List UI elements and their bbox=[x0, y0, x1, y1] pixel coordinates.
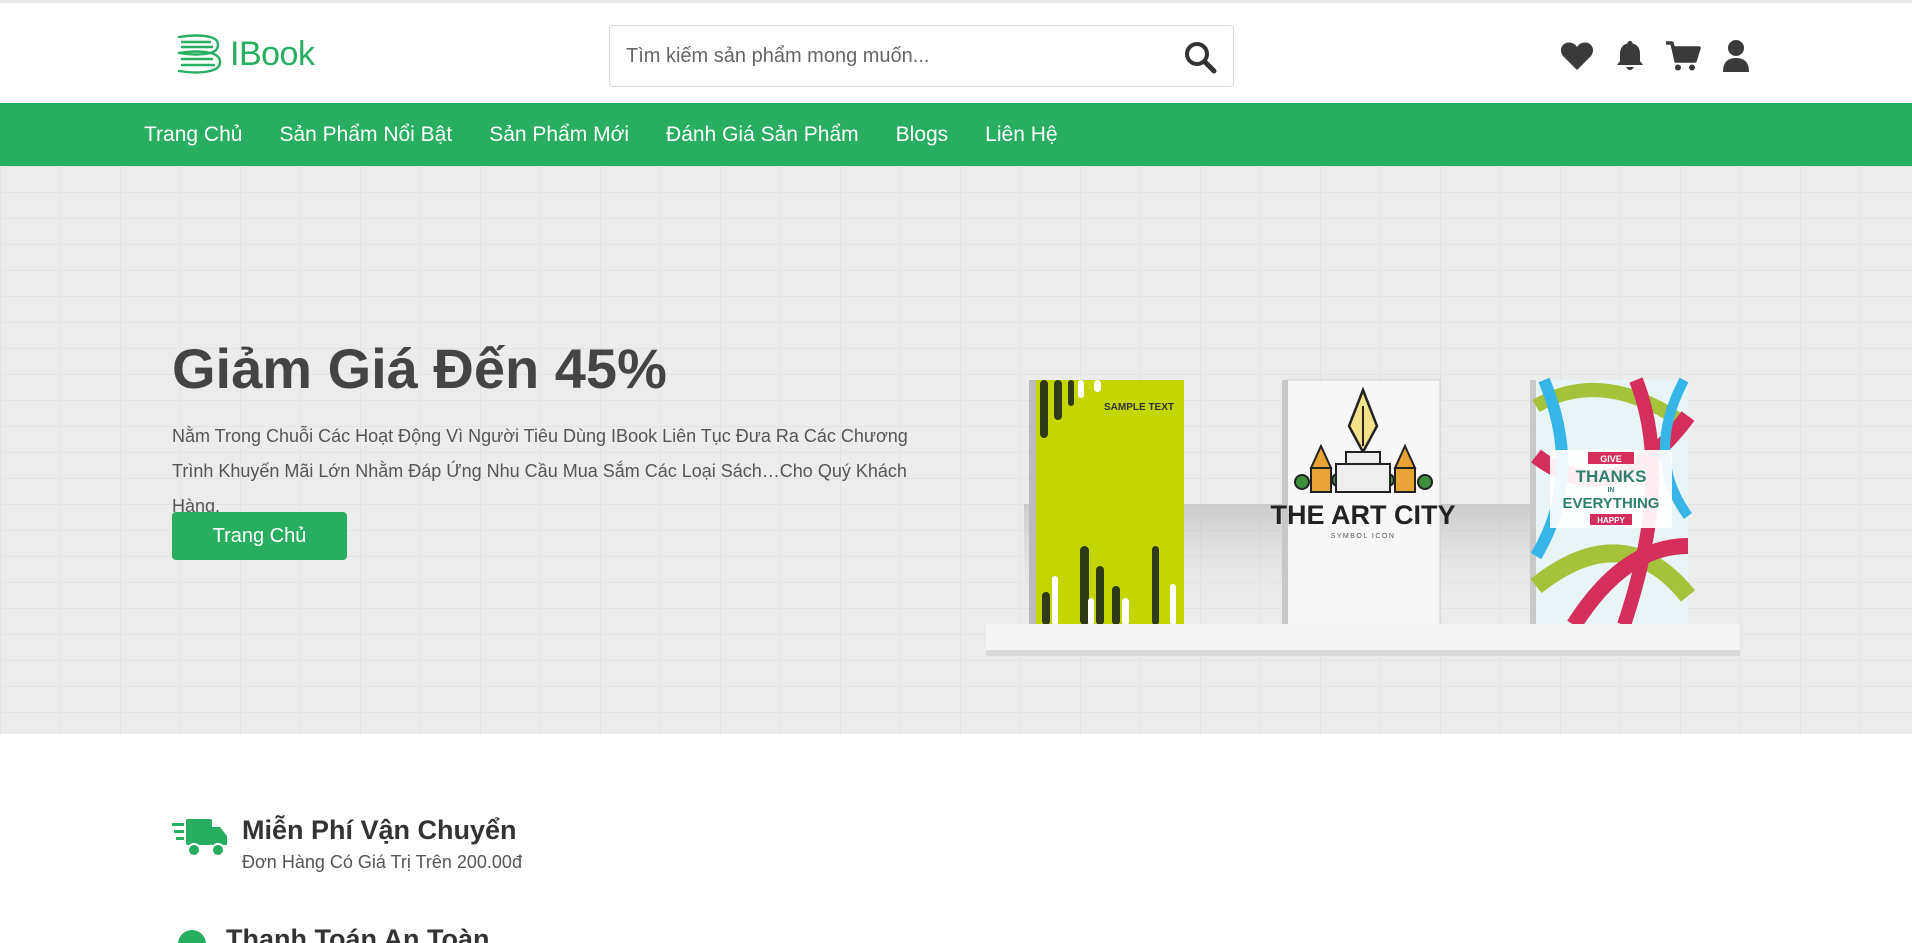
search-input[interactable] bbox=[610, 26, 1150, 86]
feature-title: Thanh Toán An Toàn bbox=[226, 924, 490, 943]
nav-item-featured[interactable]: Sản Phẩm Nổi Bật bbox=[279, 123, 452, 147]
feature-free-shipping: Miễn Phí Vận Chuyển Đơn Hàng Có Giá Trị … bbox=[172, 815, 522, 873]
logo-text: IBook bbox=[230, 34, 315, 73]
bookshelf-illustration: SAMPLE TEXT THE ART CITY SYMBOL ICON GIV… bbox=[984, 256, 1744, 694]
nav-item-reviews[interactable]: Đánh Giá Sản Phẩm bbox=[666, 123, 859, 147]
cart-icon bbox=[1665, 41, 1701, 71]
search-bar bbox=[609, 25, 1234, 87]
cart-button[interactable] bbox=[1656, 37, 1709, 75]
user-icon bbox=[1722, 40, 1749, 72]
notification-button[interactable] bbox=[1603, 37, 1656, 75]
nav-item-new[interactable]: Sản Phẩm Mới bbox=[489, 123, 629, 147]
truck-icon bbox=[172, 819, 227, 857]
main-nav: Trang Chủ Sản Phẩm Nổi Bật Sản Phẩm Mới … bbox=[0, 103, 1912, 166]
heart-icon bbox=[1560, 42, 1593, 70]
search-icon bbox=[1185, 42, 1217, 74]
book-cover-2: THE ART CITY SYMBOL ICON bbox=[1271, 379, 1456, 626]
hero-cta-button[interactable]: Trang Chủ bbox=[172, 512, 347, 560]
book-1-label: SAMPLE TEXT bbox=[1104, 402, 1174, 413]
book-3-line4: EVERYTHING bbox=[1563, 495, 1660, 512]
feature-subtitle: Đơn Hàng Có Giá Trị Trên 200.00đ bbox=[242, 852, 522, 872]
book-3-line1: GIVE bbox=[1600, 454, 1622, 464]
feature-secure-payment: Thanh Toán An Toàn bbox=[172, 924, 489, 943]
shield-icon bbox=[178, 930, 206, 943]
logo[interactable]: IBook bbox=[176, 31, 315, 77]
book-2-subtitle: SYMBOL ICON bbox=[1331, 533, 1396, 540]
book-3-line2: THANKS bbox=[1576, 467, 1647, 486]
book-cover-3: GIVE THANKS IN EVERYTHING HAPPY bbox=[1530, 377, 1696, 630]
book-3-line5: HAPPY bbox=[1597, 516, 1625, 525]
hero-description: Nằm Trong Chuỗi Các Hoạt Động Vì Người T… bbox=[172, 426, 908, 516]
nav-item-contact[interactable]: Liên Hệ bbox=[985, 123, 1057, 147]
nav-item-blogs[interactable]: Blogs bbox=[896, 123, 949, 147]
wishlist-button[interactable] bbox=[1550, 37, 1603, 75]
book-2-title: THE ART CITY bbox=[1271, 500, 1456, 530]
feature-title: Miễn Phí Vận Chuyển bbox=[242, 815, 517, 845]
bell-icon bbox=[1616, 41, 1643, 70]
account-button[interactable] bbox=[1709, 37, 1762, 75]
nav-item-home[interactable]: Trang Chủ bbox=[144, 123, 242, 147]
book-stack-icon bbox=[177, 34, 222, 74]
hero-title: Giảm Giá Đến 45% bbox=[172, 337, 667, 400]
header-actions bbox=[1550, 37, 1762, 75]
site-header: IBook bbox=[0, 3, 1912, 103]
book-3-line3: IN bbox=[1608, 487, 1615, 494]
features-section: Miễn Phí Vận Chuyển Đơn Hàng Có Giá Trị … bbox=[0, 734, 1912, 943]
search-button[interactable] bbox=[1183, 40, 1217, 74]
hero-banner: Giảm Giá Đến 45% Nằm Trong Chuỗi Các Hoạ… bbox=[0, 166, 1912, 734]
book-cover-1: SAMPLE TEXT bbox=[1029, 380, 1184, 630]
